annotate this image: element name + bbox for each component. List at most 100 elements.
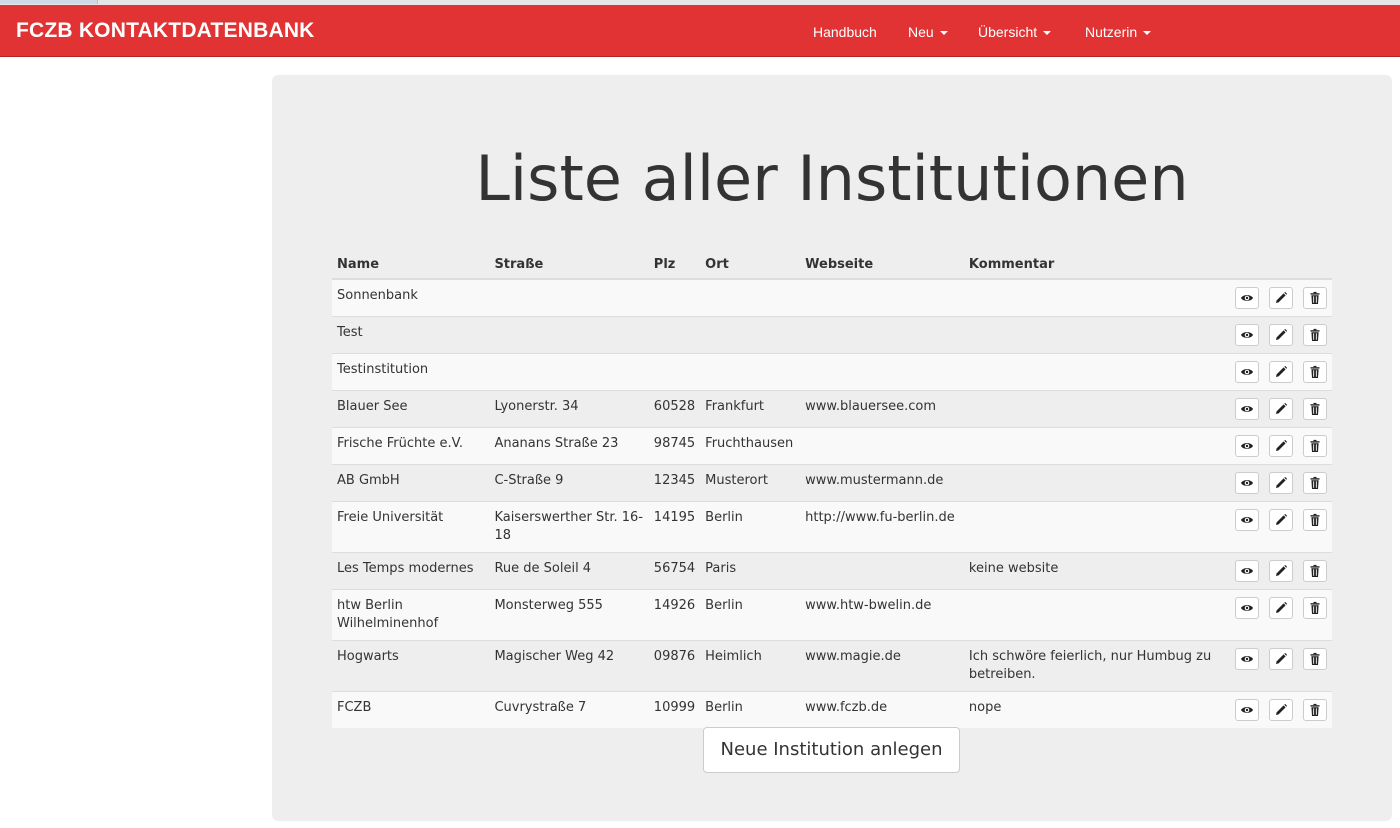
- cell-ort: Fruchthausen: [700, 427, 801, 465]
- pencil-icon: [1270, 402, 1292, 416]
- edit-button[interactable]: [1269, 648, 1293, 670]
- cell-strasse: [489, 278, 649, 317]
- edit-button[interactable]: [1269, 287, 1293, 309]
- view-button[interactable]: [1235, 398, 1259, 420]
- pencil-icon: [1270, 439, 1292, 453]
- cell-webseite: [800, 278, 964, 317]
- trash-icon: [1304, 652, 1326, 666]
- view-button[interactable]: [1235, 597, 1259, 619]
- row-actions: [1219, 427, 1332, 465]
- cell-name: AB GmbH: [332, 464, 490, 502]
- column-header-plz[interactable]: Plz: [648, 251, 701, 280]
- table-row: htw Berlin Wilhelminenhof Monsterweg 555 1…: [332, 589, 1332, 641]
- pencil-icon: [1270, 291, 1292, 305]
- cell-name: Freie Universität: [332, 501, 490, 553]
- cell-ort: Heimlich: [700, 640, 801, 692]
- brand-title[interactable]: FCZB KONTAKTDATENBANK: [16, 19, 315, 43]
- browser-tab[interactable]: [0, 0, 98, 4]
- pencil-icon: [1270, 703, 1292, 717]
- delete-button[interactable]: [1303, 361, 1327, 383]
- cell-strasse: Rue de Soleil 4: [489, 552, 649, 590]
- column-header-ort[interactable]: Ort: [700, 251, 801, 280]
- nav-item-handbuch[interactable]: Handbuch: [813, 24, 877, 40]
- cell-kommentar: Ich schwöre feierlich, nur Humbug zu bet…: [963, 640, 1220, 692]
- pencil-icon: [1270, 564, 1292, 578]
- cell-kommentar: [963, 501, 1220, 553]
- nav-item-uebersicht[interactable]: Übersicht: [978, 24, 1052, 40]
- cell-webseite: www.htw-bwelin.de: [800, 589, 964, 641]
- cell-webseite: www.magie.de: [800, 640, 964, 692]
- view-button[interactable]: [1235, 361, 1259, 383]
- edit-button[interactable]: [1269, 597, 1293, 619]
- table-row: Frische Früchte e.V. Ananans Straße 23 987…: [332, 427, 1332, 465]
- row-actions: [1219, 390, 1332, 428]
- view-button[interactable]: [1235, 560, 1259, 582]
- cell-ort: Musterort: [700, 464, 801, 502]
- column-header-name[interactable]: Name: [332, 251, 490, 280]
- cell-name: Blauer See: [332, 390, 490, 428]
- view-button[interactable]: [1235, 287, 1259, 309]
- row-actions: [1219, 589, 1332, 641]
- row-actions: [1219, 640, 1332, 692]
- cell-kommentar: [963, 353, 1220, 391]
- cell-ort: Berlin: [700, 501, 801, 553]
- table-header-row: Name Straße Plz Ort Webseite Kommentar: [332, 251, 1332, 280]
- view-button[interactable]: [1235, 509, 1259, 531]
- table-row: Test: [332, 316, 1332, 354]
- edit-button[interactable]: [1269, 398, 1293, 420]
- navbar: FCZB KONTAKTDATENBANK Handbuch Neu Übers…: [0, 5, 1400, 57]
- caret-down-icon: [1143, 31, 1152, 36]
- row-actions: [1219, 552, 1332, 590]
- edit-button[interactable]: [1269, 560, 1293, 582]
- cell-kommentar: [963, 427, 1220, 465]
- delete-button[interactable]: [1303, 398, 1327, 420]
- cell-kommentar: [963, 589, 1220, 641]
- nav-label-handbuch: Handbuch: [813, 24, 877, 40]
- delete-button[interactable]: [1303, 287, 1327, 309]
- delete-button[interactable]: [1303, 324, 1327, 346]
- edit-button[interactable]: [1269, 699, 1293, 721]
- table-row: Freie Universität Kaiserswerther Str. 16-…: [332, 501, 1332, 553]
- view-button[interactable]: [1235, 699, 1259, 721]
- cell-webseite: www.blauersee.com: [800, 390, 964, 428]
- delete-button[interactable]: [1303, 509, 1327, 531]
- column-header-strasse[interactable]: Straße: [489, 251, 649, 280]
- edit-button[interactable]: [1269, 509, 1293, 531]
- eye-icon: [1236, 513, 1258, 527]
- content-panel: Liste aller Institutionen Name Straße Pl…: [272, 75, 1392, 821]
- edit-button[interactable]: [1269, 435, 1293, 457]
- nav-item-neu[interactable]: Neu: [908, 24, 948, 40]
- nav-label-neu: Neu: [908, 24, 934, 40]
- table-row: FCZB Cuvrystraße 7 10999 Berlin www.fczb.de n…: [332, 691, 1332, 728]
- column-header-kommentar[interactable]: Kommentar: [963, 251, 1220, 280]
- cell-plz: 10999: [648, 691, 701, 728]
- cell-webseite: www.fczb.de: [800, 691, 964, 728]
- caret-down-icon: [939, 31, 948, 36]
- view-button[interactable]: [1235, 648, 1259, 670]
- cell-webseite: [800, 427, 964, 465]
- cell-kommentar: keine website: [963, 552, 1220, 590]
- cell-name: Frische Früchte e.V.: [332, 427, 490, 465]
- nav-item-nutzerin[interactable]: Nutzerin: [1085, 24, 1152, 40]
- delete-button[interactable]: [1303, 435, 1327, 457]
- edit-button[interactable]: [1269, 472, 1293, 494]
- delete-button[interactable]: [1303, 648, 1327, 670]
- pencil-icon: [1270, 652, 1292, 666]
- cell-strasse: Ananans Straße 23: [489, 427, 649, 465]
- delete-button[interactable]: [1303, 699, 1327, 721]
- cell-name: Testinstitution: [332, 353, 490, 391]
- column-header-webseite[interactable]: Webseite: [800, 251, 964, 280]
- new-institution-button[interactable]: Neue Institution anlegen: [703, 727, 960, 773]
- view-button[interactable]: [1235, 324, 1259, 346]
- cell-plz: [648, 278, 701, 317]
- cell-strasse: Kaiserswerther Str. 16-18: [489, 501, 649, 553]
- view-button[interactable]: [1235, 435, 1259, 457]
- cell-name: htw Berlin Wilhelminenhof: [332, 589, 490, 641]
- edit-button[interactable]: [1269, 361, 1293, 383]
- delete-button[interactable]: [1303, 597, 1327, 619]
- view-button[interactable]: [1235, 472, 1259, 494]
- edit-button[interactable]: [1269, 324, 1293, 346]
- cell-kommentar: [963, 278, 1220, 317]
- delete-button[interactable]: [1303, 560, 1327, 582]
- delete-button[interactable]: [1303, 472, 1327, 494]
